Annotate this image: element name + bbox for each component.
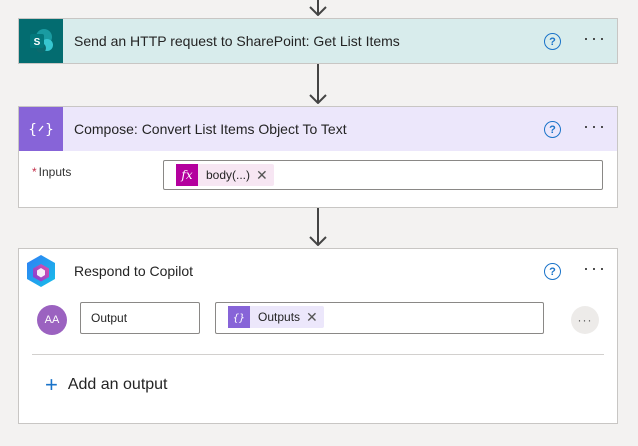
output-more-button[interactable]: ···: [571, 306, 599, 334]
help-icon[interactable]: ?: [544, 263, 561, 280]
more-options-button[interactable]: ···: [583, 117, 607, 135]
svg-text:{}: {}: [233, 313, 245, 324]
output-name-field[interactable]: Output: [80, 302, 200, 334]
step-title: Send an HTTP request to SharePoint: Get …: [74, 33, 400, 49]
token-label: Outputs: [258, 310, 301, 324]
divider: [32, 354, 604, 355]
step-header[interactable]: S Send an HTTP request to SharePoint: Ge…: [19, 19, 617, 63]
step-header[interactable]: Respond to Copilot ? ···: [19, 249, 617, 293]
inputs-label-text: Inputs: [38, 165, 72, 179]
svg-text:{ }: { }: [29, 122, 53, 138]
step-header[interactable]: { } Compose: Convert List Items Object T…: [19, 107, 617, 151]
help-icon[interactable]: ?: [544, 121, 561, 138]
step-card-compose[interactable]: { } Compose: Convert List Items Object T…: [18, 106, 618, 208]
expression-token[interactable]: fx body(...) ✕: [176, 164, 274, 186]
dynamic-content-token[interactable]: {} Outputs ✕: [228, 306, 324, 328]
step-card-respond-copilot[interactable]: Respond to Copilot ? ··· AA Output {} Ou…: [18, 248, 618, 424]
more-options-button[interactable]: ···: [583, 259, 607, 277]
connector-arrow-top: [308, 0, 328, 18]
connector-arrow: [308, 64, 328, 106]
remove-token-icon[interactable]: ✕: [256, 167, 274, 184]
required-marker: *: [32, 165, 37, 179]
compose-braces-icon: {}: [228, 306, 250, 328]
token-label: body(...): [206, 168, 251, 182]
step-card-sharepoint[interactable]: S Send an HTTP request to SharePoint: Ge…: [18, 18, 618, 64]
compose-braces-icon: { }: [19, 107, 63, 151]
output-value-field[interactable]: {} Outputs ✕: [215, 302, 544, 334]
output-type-avatar: AA: [37, 305, 67, 335]
more-options-button[interactable]: ···: [583, 29, 607, 47]
inputs-label: * Inputs: [32, 165, 71, 179]
add-output-label: Add an output: [67, 376, 168, 393]
remove-token-icon[interactable]: ✕: [306, 309, 324, 326]
svg-text:S: S: [34, 37, 41, 48]
step-title: Respond to Copilot: [74, 263, 194, 279]
help-icon[interactable]: ?: [544, 33, 561, 50]
copilot-icon: [19, 249, 63, 293]
fx-icon: fx: [176, 164, 198, 186]
connector-arrow: [308, 208, 328, 248]
step-title: Compose: Convert List Items Object To Te…: [74, 121, 347, 137]
sharepoint-icon: S: [19, 19, 63, 63]
inputs-field[interactable]: fx body(...) ✕: [163, 160, 603, 190]
add-output-button[interactable]: + Add an output: [45, 372, 168, 397]
plus-icon: +: [45, 372, 58, 397]
